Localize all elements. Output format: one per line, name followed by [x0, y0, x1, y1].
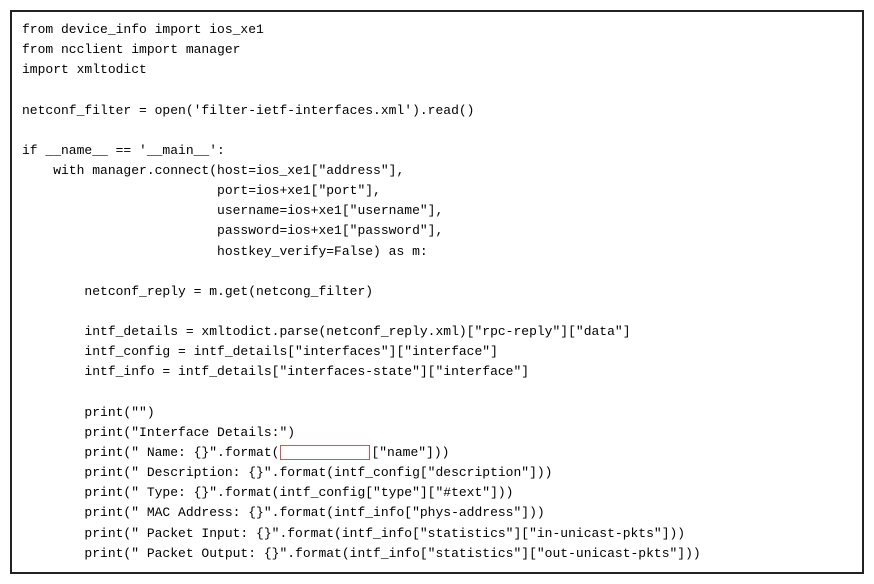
code-line-10: username=ios+xe1["username"],: [22, 201, 852, 221]
code-line-13: [22, 262, 852, 282]
code-line-15: [22, 302, 852, 322]
code-line-2: from ncclient import manager: [22, 40, 852, 60]
code-line-6: [22, 121, 852, 141]
code-line-9: port=ios+xe1["port"],: [22, 181, 852, 201]
code-line-3: import xmltodict: [22, 60, 852, 80]
code-line-20: print(""): [22, 403, 852, 423]
code-line-22: print(" Name: {}".format(["name"])): [22, 443, 852, 463]
code-line-21: print("Interface Details:"): [22, 423, 852, 443]
code-line-1: from device_info import ios_xe1: [22, 20, 852, 40]
code-line-5: netconf_filter = open('filter-ietf-inter…: [22, 101, 852, 121]
code-line-17: intf_config = intf_details["interfaces"]…: [22, 342, 852, 362]
code-line-26: print(" Packet Input: {}".format(intf_in…: [22, 524, 852, 544]
code-line-4: [22, 80, 852, 100]
code-line-11: password=ios+xe1["password"],: [22, 221, 852, 241]
code-line-18: intf_info = intf_details["interfaces-sta…: [22, 362, 852, 382]
code-line-25: print(" MAC Address: {}".format(intf_inf…: [22, 503, 852, 523]
code-block: from device_info import ios_xe1 from ncc…: [10, 10, 864, 574]
code-line-24: print(" Type: {}".format(intf_config["ty…: [22, 483, 852, 503]
highlighted-input[interactable]: [280, 445, 370, 460]
code-line-14: netconf_reply = m.get(netcong_filter): [22, 282, 852, 302]
code-line-27: print(" Packet Output: {}".format(intf_i…: [22, 544, 852, 564]
code-line-19: [22, 383, 852, 403]
code-line-16: intf_details = xmltodict.parse(netconf_r…: [22, 322, 852, 342]
code-line-7: if __name__ == '__main__':: [22, 141, 852, 161]
code-line-12: hostkey_verify=False) as m:: [22, 242, 852, 262]
code-line-23: print(" Description: {}".format(intf_con…: [22, 463, 852, 483]
code-line-8: with manager.connect(host=ios_xe1["addre…: [22, 161, 852, 181]
